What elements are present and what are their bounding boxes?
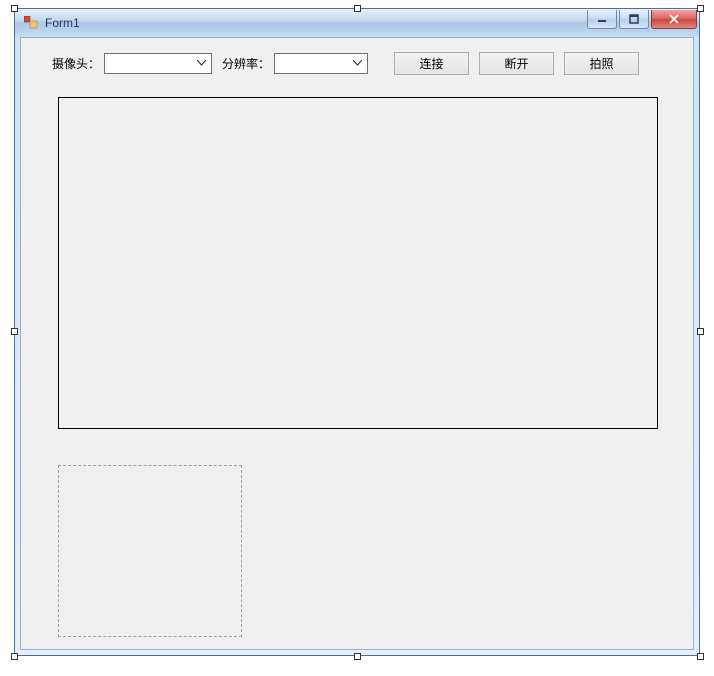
video-preview-panel <box>58 97 658 429</box>
resize-handle-bottom-middle[interactable] <box>354 653 361 660</box>
client-area: 摄像头： 分辨率： 连接 断开 拍照 <box>22 39 692 648</box>
resize-handle-top-left[interactable] <box>11 5 18 12</box>
resize-handle-middle-right[interactable] <box>697 328 704 335</box>
titlebar[interactable]: Form1 <box>15 9 699 37</box>
disconnect-button[interactable]: 断开 <box>479 52 554 75</box>
chevron-down-icon <box>349 55 366 72</box>
snapshot-button[interactable]: 拍照 <box>564 52 639 75</box>
connect-button[interactable]: 连接 <box>394 52 469 75</box>
close-button[interactable] <box>651 10 697 29</box>
resize-handle-middle-left[interactable] <box>11 328 18 335</box>
thumbnail-panel <box>58 465 242 637</box>
resize-handle-bottom-left[interactable] <box>11 653 18 660</box>
maximize-button[interactable] <box>619 10 649 29</box>
app-icon <box>23 15 39 31</box>
resize-handle-top-right[interactable] <box>697 5 704 12</box>
minimize-button[interactable] <box>587 10 617 29</box>
chevron-down-icon <box>193 55 210 72</box>
resize-handle-bottom-right[interactable] <box>697 653 704 660</box>
toolbar: 摄像头： 分辨率： 连接 断开 拍照 <box>52 51 670 75</box>
window-title: Form1 <box>45 16 80 30</box>
resolution-label: 分辨率： <box>222 55 270 72</box>
resolution-combobox[interactable] <box>274 53 368 74</box>
camera-label: 摄像头： <box>52 55 100 72</box>
form-window: Form1 摄像头： <box>14 8 700 656</box>
camera-combobox[interactable] <box>104 53 212 74</box>
resize-handle-top-middle[interactable] <box>354 5 361 12</box>
